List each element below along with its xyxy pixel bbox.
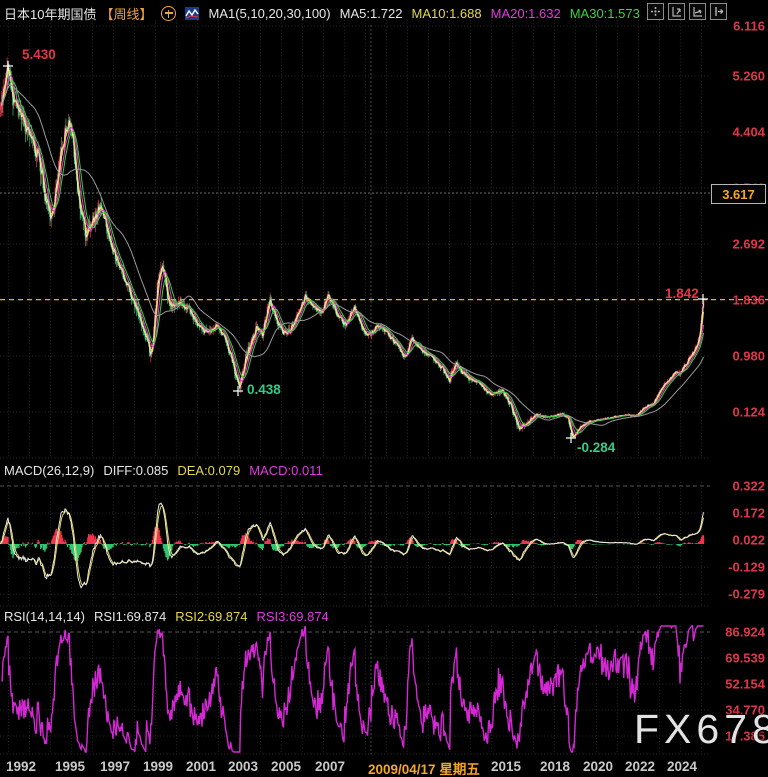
macd-header: MACD(26,12,9) DIFF:0.085 DEA:0.079 MACD:… [4, 463, 323, 478]
ma5-value: MA5:1.722 [340, 6, 403, 21]
macd-value: MACD:0.011 [249, 463, 322, 478]
macd-axis-tick: -0.279 [728, 587, 765, 602]
rsi3-value: RSI3:69.874 [257, 609, 329, 624]
rsi1-value: RSI1:69.874 [94, 609, 166, 624]
price-axis-tick: 4.404 [732, 125, 765, 140]
price-axis-tick: 0.124 [732, 404, 765, 419]
add-circle-icon[interactable] [161, 6, 176, 21]
x-axis-year-label: 2007 [315, 759, 345, 774]
ma-group-label: MA1(5,10,20,30,100) [208, 6, 330, 21]
macd-axis-tick: 0.322 [732, 479, 765, 494]
x-axis-year-label: 2018 [540, 759, 570, 774]
crosshair-date-label: 2009/04/17 星期五 [368, 758, 480, 777]
ma20-value: MA20:1.632 [491, 6, 561, 21]
main-chart-header: 日本10年期国债 【周线】 MA1(5,10,20,30,100) MA5:1.… [4, 4, 640, 23]
pan-right-icon[interactable] [710, 3, 727, 20]
x-axis-year-label: 2003 [228, 759, 258, 774]
high-price-label: 5.430 [22, 47, 56, 62]
macd-axis-tick: -0.129 [728, 560, 765, 575]
x-axis-year-label: 1999 [143, 759, 173, 774]
mini-chart-icon[interactable] [185, 7, 199, 20]
chart-toolbar [647, 3, 727, 20]
scale-y-axis-icon[interactable] [668, 3, 685, 20]
x-axis-year-label: 2015 [491, 759, 521, 774]
rsi-axis-tick: 52.154 [725, 676, 765, 691]
period-tag: 【周线】 [100, 4, 152, 23]
rsi2-value: RSI2:69.874 [175, 609, 247, 624]
macd-dea-value: DEA:0.079 [177, 463, 240, 478]
x-axis-year-label: 2020 [583, 759, 613, 774]
chart-canvas[interactable] [0, 0, 768, 777]
x-axis-year-label: 2022 [625, 759, 655, 774]
price-axis-tick: 5.260 [732, 69, 765, 84]
x-axis-year-label: 2001 [186, 759, 216, 774]
low2-price-label: -0.284 [577, 440, 615, 455]
low1-price-label: 0.438 [247, 382, 281, 397]
last-price-label: 1.842 [665, 286, 699, 301]
ma10-value: MA10:1.688 [412, 6, 482, 21]
price-axis-tick: 6.116 [733, 19, 765, 34]
rsi-name: RSI(14,14,14) [4, 609, 85, 624]
x-axis-year-label: 2005 [271, 759, 301, 774]
chart-app: 日本10年期国债 【周线】 MA1(5,10,20,30,100) MA5:1.… [0, 0, 768, 777]
price-axis-tick: 2.692 [732, 237, 765, 252]
macd-axis-tick: 0.172 [732, 506, 765, 521]
x-axis-year-label: 1995 [55, 759, 85, 774]
rsi-axis-tick: 86.924 [725, 625, 765, 640]
rsi-header: RSI(14,14,14) RSI1:69.874 RSI2:69.874 RS… [4, 609, 329, 624]
move-tool-icon[interactable] [647, 3, 664, 20]
rsi-axis-tick: 69.539 [725, 650, 765, 665]
x-axis-year-label: 2024 [667, 759, 697, 774]
ma30-value: MA30:1.573 [570, 6, 640, 21]
macd-axis-tick: 0.022 [732, 533, 765, 548]
instrument-title: 日本10年期国债 [4, 4, 96, 23]
price-axis-tick: 1.836 [732, 293, 765, 308]
macd-diff-value: DIFF:0.085 [103, 463, 168, 478]
scale-x-axis-icon[interactable] [689, 3, 706, 20]
crosshair-price-label: 3.617 [711, 184, 766, 204]
watermark: FX678 [634, 706, 768, 753]
x-axis-year-label: 1992 [6, 759, 36, 774]
price-axis-tick: 0.980 [732, 348, 765, 363]
macd-name: MACD(26,12,9) [4, 463, 94, 478]
x-axis-year-label: 1997 [100, 759, 130, 774]
